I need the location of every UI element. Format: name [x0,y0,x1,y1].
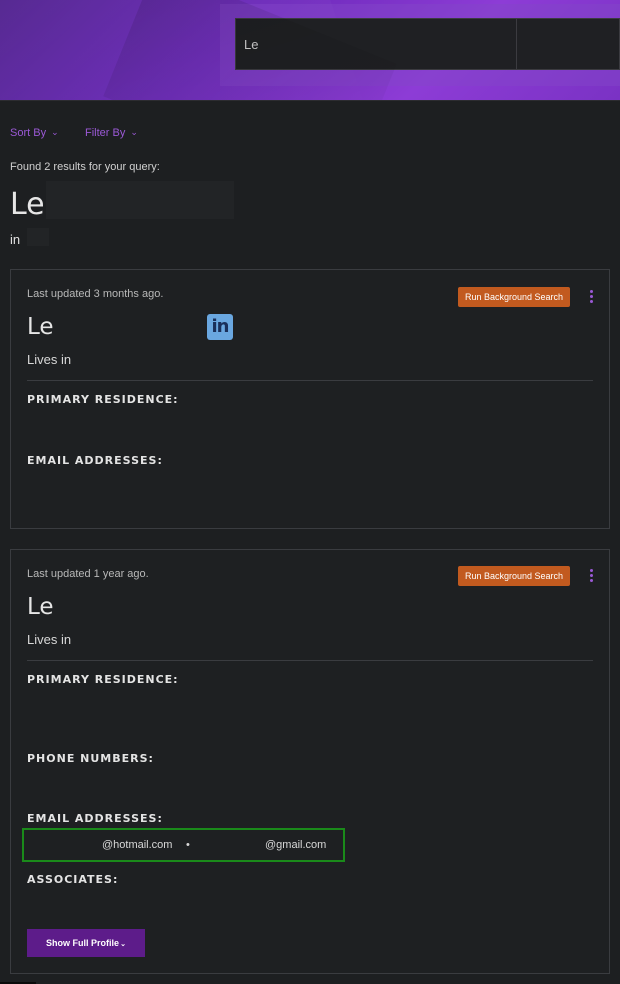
phone-numbers-label: PHONE NUMBERS: [27,752,154,765]
chevron-down-icon: ⌄ [120,941,126,948]
result-card: Last updated 1 year ago. Run Background … [10,549,610,974]
email-separator: • [186,839,190,851]
filter-by-dropdown[interactable]: Filter By ⌄ [85,127,138,139]
sort-by-label: Sort By [10,127,47,139]
email-hotmail[interactable]: @hotmail.com [102,839,172,851]
email-addresses-label: EMAIL ADDRESSES: [27,812,163,825]
person-name: Le [27,594,54,620]
search-box [235,18,620,70]
redacted-block [46,181,234,219]
more-options-icon[interactable] [587,289,597,305]
header-divider [0,100,620,101]
search-input[interactable] [236,19,516,69]
more-options-icon[interactable] [587,568,597,584]
header-banner [0,0,620,100]
email-addresses-label: EMAIL ADDRESSES: [27,454,163,467]
results-count-text: Found 2 results for your query: [10,161,160,173]
redacted-block [27,228,49,246]
chevron-down-icon: ⌄ [130,127,138,137]
associates-label: ASSOCIATES: [27,873,119,886]
chevron-down-icon: ⌄ [51,127,59,137]
run-background-search-button[interactable]: Run Background Search [458,287,570,307]
run-background-search-button[interactable]: Run Background Search [458,566,570,586]
lives-in-text: Lives in [27,352,72,367]
email-gmail[interactable]: @gmail.com [265,839,326,851]
filter-by-label: Filter By [85,127,126,139]
search-divider [516,19,517,69]
show-full-profile-button[interactable]: Show Full Profile⌄ [27,929,145,957]
sort-by-dropdown[interactable]: Sort By ⌄ [10,127,59,139]
linkedin-icon[interactable]: in [207,314,233,340]
last-updated-text: Last updated 3 months ago. [27,288,164,300]
result-card: Last updated 3 months ago. Run Backgroun… [10,269,610,529]
primary-residence-label: PRIMARY RESIDENCE: [27,393,179,406]
show-full-profile-label: Show Full Profile [46,938,120,948]
person-name: Le [27,314,54,340]
last-updated-text: Last updated 1 year ago. [27,568,149,580]
card-divider [27,660,593,661]
primary-residence-label: PRIMARY RESIDENCE: [27,673,179,686]
query-location: in [10,232,21,247]
lives-in-text: Lives in [27,632,72,647]
card-divider [27,380,593,381]
query-name: Le [10,187,45,222]
